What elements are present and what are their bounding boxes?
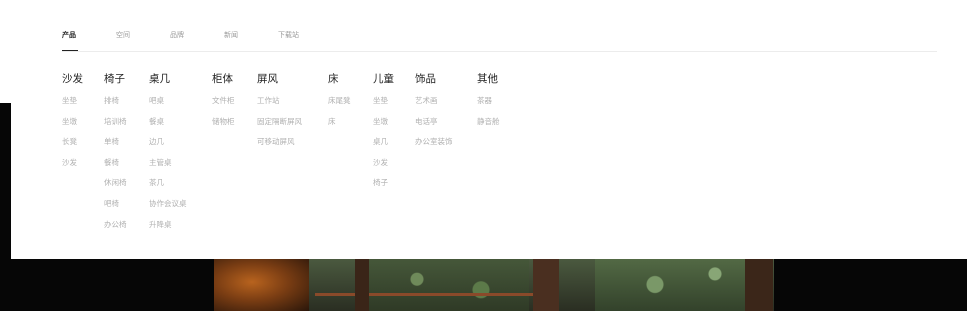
- menu-column-tables: 桌几 吧桌 餐桌 边几 主管桌 茶几 协作会议桌 升降桌: [149, 72, 212, 240]
- nav-tabs: 产品 空间 品牌 新闻 下载站: [62, 30, 339, 52]
- menu-item[interactable]: 边几: [149, 137, 212, 147]
- hero-railing: [315, 293, 535, 296]
- hero-post: [533, 253, 559, 311]
- menu-heading-others[interactable]: 其他: [477, 72, 522, 86]
- tab-brand[interactable]: 品牌: [170, 30, 184, 40]
- menu-heading-beds[interactable]: 床: [328, 72, 373, 86]
- nav-divider: [62, 51, 937, 52]
- tab-downloads[interactable]: 下载站: [278, 30, 299, 40]
- menu-item[interactable]: 茶器: [477, 96, 522, 106]
- menu-item[interactable]: 艺术画: [415, 96, 477, 106]
- menu-heading-kids[interactable]: 儿童: [373, 72, 415, 86]
- menu-item[interactable]: 椅子: [373, 178, 415, 188]
- menu-item[interactable]: 坐垫: [62, 96, 104, 106]
- menu-item[interactable]: 休闲椅: [104, 178, 149, 188]
- menu-item[interactable]: 静音舱: [477, 117, 522, 127]
- menu-item[interactable]: 文件柜: [212, 96, 257, 106]
- hero-lamp: [214, 253, 309, 311]
- menu-item[interactable]: 坐墩: [373, 117, 415, 127]
- menu-column-beds: 床 床尾凳 床: [328, 72, 373, 240]
- menu-columns: 沙发 坐垫 坐墩 长凳 沙发 椅子 排椅 培训椅 单椅 餐椅 休闲椅 吧椅 办公…: [62, 72, 522, 240]
- menu-item[interactable]: 排椅: [104, 96, 149, 106]
- menu-item[interactable]: 主管桌: [149, 158, 212, 168]
- menu-item[interactable]: 工作站: [257, 96, 328, 106]
- menu-item[interactable]: 办公室装饰: [415, 137, 477, 147]
- menu-item[interactable]: 桌几: [373, 137, 415, 147]
- menu-item[interactable]: 可移动屏风: [257, 137, 328, 147]
- tab-space[interactable]: 空间: [116, 30, 130, 40]
- menu-column-sofa: 沙发 坐垫 坐墩 长凳 沙发: [62, 72, 104, 240]
- menu-item[interactable]: 单椅: [104, 137, 149, 147]
- menu-item[interactable]: 坐垫: [373, 96, 415, 106]
- menu-heading-cabinets[interactable]: 柜体: [212, 72, 257, 86]
- hero-foliage-left: [369, 258, 529, 311]
- menu-item[interactable]: 固定隔断屏风: [257, 117, 328, 127]
- menu-item[interactable]: 办公椅: [104, 220, 149, 230]
- menu-column-screens: 屏风 工作站 固定隔断屏风 可移动屏风: [257, 72, 328, 240]
- product-mega-menu: 沙发 坐垫 坐墩 长凳 沙发 椅子 排椅 培训椅 单椅 餐椅 休闲椅 吧椅 办公…: [11, 55, 967, 259]
- menu-item[interactable]: 坐墩: [62, 117, 104, 127]
- menu-item[interactable]: 吧桌: [149, 96, 212, 106]
- menu-heading-chairs[interactable]: 椅子: [104, 72, 149, 86]
- top-nav: 产品 空间 品牌 新闻 下载站: [0, 0, 967, 52]
- menu-heading-tables[interactable]: 桌几: [149, 72, 212, 86]
- menu-heading-screens[interactable]: 屏风: [257, 72, 328, 86]
- tab-news[interactable]: 新闻: [224, 30, 238, 40]
- tab-products[interactable]: 产品: [62, 30, 78, 52]
- menu-column-accessories: 饰品 艺术画 电话亭 办公室装饰: [415, 72, 477, 240]
- menu-item[interactable]: 餐桌: [149, 117, 212, 127]
- menu-column-kids: 儿童 坐垫 坐墩 桌几 沙发 椅子: [373, 72, 415, 240]
- menu-heading-sofa[interactable]: 沙发: [62, 72, 104, 86]
- menu-item[interactable]: 茶几: [149, 178, 212, 188]
- menu-item[interactable]: 餐椅: [104, 158, 149, 168]
- menu-item[interactable]: 长凳: [62, 137, 104, 147]
- menu-item[interactable]: 协作会议桌: [149, 199, 212, 209]
- menu-heading-accessories[interactable]: 饰品: [415, 72, 477, 86]
- menu-item[interactable]: 升降桌: [149, 220, 212, 230]
- menu-item[interactable]: 电话亭: [415, 117, 477, 127]
- menu-column-chairs: 椅子 排椅 培训椅 单椅 餐椅 休闲椅 吧椅 办公椅: [104, 72, 149, 240]
- menu-item[interactable]: 床尾凳: [328, 96, 373, 106]
- menu-column-others: 其他 茶器 静音舱: [477, 72, 522, 240]
- menu-column-cabinets: 柜体 文件柜 储物柜: [212, 72, 257, 240]
- menu-item[interactable]: 沙发: [373, 158, 415, 168]
- menu-item[interactable]: 储物柜: [212, 117, 257, 127]
- menu-item[interactable]: 培训椅: [104, 117, 149, 127]
- menu-item[interactable]: 床: [328, 117, 373, 127]
- hero-post: [745, 253, 773, 311]
- hero-post: [355, 253, 369, 311]
- hero-foliage-right: [595, 258, 745, 311]
- menu-item[interactable]: 吧椅: [104, 199, 149, 209]
- menu-item[interactable]: 沙发: [62, 158, 104, 168]
